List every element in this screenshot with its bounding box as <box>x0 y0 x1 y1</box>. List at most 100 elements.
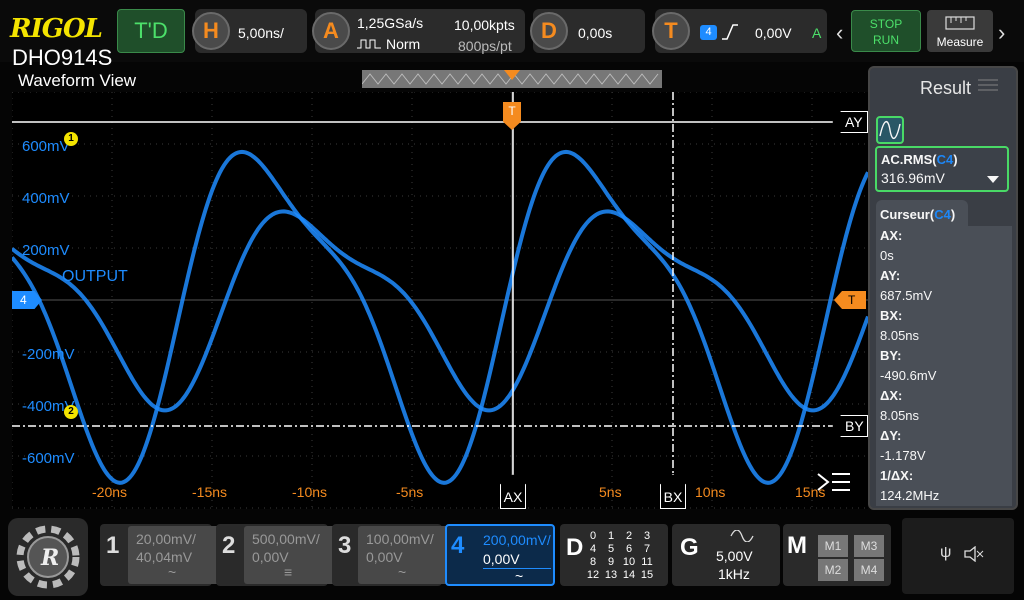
dx-label: ΔX: <box>880 388 903 403</box>
generator-frequency: 1kHz <box>718 566 750 582</box>
math-m1-button[interactable]: M1 <box>818 535 848 557</box>
delay-key[interactable]: D <box>530 12 568 50</box>
bx-value: 8.05ns <box>880 328 920 343</box>
channel-4-number: 4 <box>451 532 465 559</box>
sample-interval: 800ps/pt <box>458 38 512 54</box>
trigger-mode-button[interactable]: T'D <box>117 9 185 53</box>
cursor-results: AX: 0s AY: 687.5mV BX: 8.05ns BY: -490.6… <box>876 226 1012 506</box>
by-label: BY: <box>880 348 902 363</box>
digital-channel-6: 6 <box>625 543 633 555</box>
math-m2-button[interactable]: M2 <box>818 559 848 581</box>
digital-channel-1: 1 <box>607 530 615 542</box>
oscilloscope-screen: RIGOL DHO914S T'D H 5,00ns/ A 1,25GSa/s … <box>0 0 1024 600</box>
x-label-neg10: -10ns <box>292 484 328 500</box>
acquire-key[interactable]: A <box>312 12 350 50</box>
result-title: Result <box>920 78 972 98</box>
ax-value: 0s <box>880 248 894 263</box>
output-waveform-small <box>12 209 868 413</box>
inv-dx-label: 1/ΔX: <box>880 468 914 483</box>
digital-channel-13: 13 <box>604 569 618 581</box>
ac-rms-measure[interactable]: AC.RMS(C4) 316.96mV <box>875 146 1009 192</box>
x-label-neg20: -20ns <box>92 484 128 500</box>
digital-channel-4: 4 <box>589 543 597 555</box>
result-menu-icon[interactable] <box>978 78 998 92</box>
acquire-mode-icon <box>357 39 381 49</box>
digital-channel-7: 7 <box>643 543 651 555</box>
rising-edge-icon <box>722 24 738 40</box>
channel-3-number: 3 <box>338 532 352 559</box>
digital-channel-14: 14 <box>622 569 636 581</box>
inv-dx-value: 124.2MHz <box>880 488 940 503</box>
x-label-10: 10ns <box>695 484 726 500</box>
waveform-canvas <box>12 92 868 509</box>
gear-logo-icon: R <box>16 525 80 589</box>
channel-4-panel[interactable]: 4 200,00mV/ 0,00V ~ <box>445 524 555 586</box>
dropdown-icon[interactable] <box>987 176 999 184</box>
menu-icon[interactable] <box>816 470 852 496</box>
channel-2-marker[interactable]: 2 <box>64 405 78 419</box>
channel-1-scale: 20,00mV/ <box>136 531 196 547</box>
speaker-muted-icon[interactable] <box>964 546 984 562</box>
measure-button[interactable]: Measure <box>927 10 993 52</box>
digital-channel-10: 10 <box>622 556 636 568</box>
chevron-left-icon[interactable]: ‹ <box>836 20 843 46</box>
channel-3-coupling: ~ <box>398 564 407 580</box>
ac-rms-value: 316.96mV <box>881 170 945 186</box>
result-panel: Result AC.RMS(C4) 316.96mV Curseur(C4) A… <box>868 66 1018 510</box>
home-menu-button[interactable]: R <box>8 518 88 596</box>
chevron-right-icon[interactable]: › <box>998 20 1005 46</box>
cursor-tab[interactable]: Curseur(C4) <box>876 200 968 228</box>
channel-4-offset: 0,00V <box>483 551 520 567</box>
measure-label: Measure <box>936 35 984 49</box>
timebase-value: 5,00ns/ <box>238 25 284 41</box>
digital-channel-2: 2 <box>625 530 633 542</box>
digital-panel[interactable]: D 0 1 2 3 4 5 6 7 8 9 10 11 12 13 14 15 <box>560 524 668 586</box>
horizontal-key[interactable]: H <box>192 12 230 50</box>
ay-label: AY: <box>880 268 901 283</box>
channel-3-offset: 0,00V <box>366 549 403 565</box>
y-label-200: 200mV <box>22 242 70 259</box>
channel-1-panel[interactable]: 1 20,00mV/ 40,04mV ~ <box>100 524 220 586</box>
y-label-600: 600mV <box>22 138 70 155</box>
channel-2-panel[interactable]: 2 500,00mV/ 0,00V ≡ <box>216 524 336 586</box>
trigger-key[interactable]: T <box>652 12 690 50</box>
generator-key: G <box>680 534 699 561</box>
channel-1-offset: 40,04mV <box>136 549 193 565</box>
dx-value: 8.05ns <box>880 408 920 423</box>
ruler-icon <box>945 16 975 30</box>
waveform-measure-icon[interactable] <box>876 116 904 144</box>
channel-2-coupling: ≡ <box>284 564 293 580</box>
x-label-neg15: -15ns <box>192 484 228 500</box>
digital-channel-12: 12 <box>586 569 600 581</box>
math-panel[interactable]: M M1 M3 M2 M4 <box>783 524 891 586</box>
ay-value: 687.5mV <box>880 288 933 303</box>
cursor-tab-label: Curseur(C4) <box>880 207 956 222</box>
waveform-display[interactable]: 600mV 400mV 200mV -200mV -400mV -600mV O… <box>12 92 868 509</box>
digital-channel-3: 3 <box>643 530 651 542</box>
memory-depth: 10,00kpts <box>454 17 515 33</box>
trigger-level: 0,00V <box>755 25 792 41</box>
channel-1-marker[interactable]: 1 <box>64 132 78 146</box>
math-key: M <box>787 532 807 559</box>
channel-2-number: 2 <box>222 532 236 559</box>
trigger-source-badge: 4 <box>700 25 717 40</box>
math-m3-button[interactable]: M3 <box>854 535 884 557</box>
status-area: ψ <box>902 518 1014 594</box>
digital-channel-11: 11 <box>641 556 653 568</box>
brand-logo: RIGOL <box>10 14 103 44</box>
digital-channel-8: 8 <box>589 556 597 568</box>
generator-panel[interactable]: G 5,00V 1kHz <box>672 524 780 586</box>
channel-2-settings: 500,00mV/ 0,00V ≡ <box>244 526 336 584</box>
y-label-neg600: -600mV <box>22 450 75 467</box>
run-label: RUN <box>873 33 899 47</box>
channel-3-panel[interactable]: 3 100,00mV/ 0,00V ~ <box>332 524 450 586</box>
sample-rate: 1,25GSa/s <box>357 15 424 31</box>
channel-2-scale: 500,00mV/ <box>252 531 320 547</box>
trigger-status: A <box>812 25 822 41</box>
y-label-400: 400mV <box>22 190 70 207</box>
x-label-neg5: -5ns <box>396 484 424 500</box>
stop-run-button[interactable]: STOP RUN <box>851 10 921 52</box>
acquire-mode: Norm <box>386 36 421 52</box>
trigger-position-marker <box>504 70 520 80</box>
math-m4-button[interactable]: M4 <box>854 559 884 581</box>
